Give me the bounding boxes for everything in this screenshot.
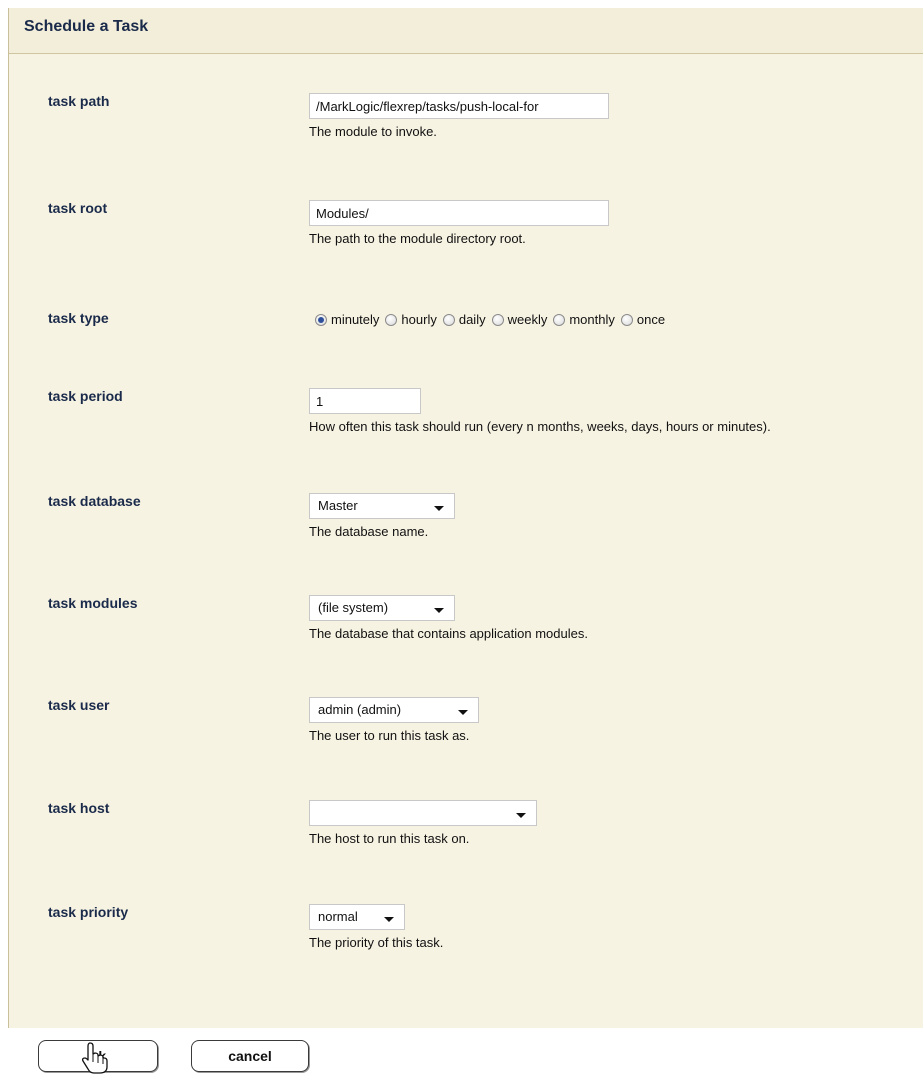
radio-daily[interactable] — [442, 313, 455, 326]
task-type-radio-group: minutely hourly daily weekly monthly onc… — [309, 310, 665, 327]
radio-option-hourly[interactable]: hourly — [379, 312, 437, 327]
radio-option-weekly[interactable]: weekly — [486, 312, 548, 327]
task-priority-select[interactable]: normal — [309, 904, 405, 930]
task-path-help: The module to invoke. — [309, 124, 437, 139]
chevron-down-icon — [434, 608, 444, 613]
radio-label-hourly: hourly — [401, 312, 437, 327]
task-database-label: task database — [48, 493, 141, 509]
radio-label-monthly: monthly — [569, 312, 615, 327]
task-root-help: The path to the module directory root. — [309, 231, 526, 246]
radio-weekly[interactable] — [491, 313, 504, 326]
task-user-field-group: admin (admin) The user to run this task … — [309, 697, 479, 743]
task-user-select[interactable]: admin (admin) — [309, 697, 479, 723]
task-user-label: task user — [48, 697, 110, 713]
radio-label-once: once — [636, 312, 666, 327]
chevron-down-icon — [458, 710, 468, 715]
chevron-down-icon — [434, 506, 444, 511]
task-user-value: admin (admin) — [318, 702, 402, 717]
radio-option-once[interactable]: once — [615, 312, 665, 327]
cancel-button[interactable]: cancel — [191, 1040, 309, 1072]
task-priority-value: normal — [318, 909, 358, 924]
task-type-label: task type — [48, 310, 109, 326]
task-host-help: The host to run this task on. — [309, 831, 470, 846]
task-modules-help: The database that contains application m… — [309, 626, 588, 641]
task-root-input[interactable]: Modules/ — [309, 200, 609, 226]
task-modules-select[interactable]: (file system) — [309, 595, 455, 621]
task-priority-label: task priority — [48, 904, 129, 920]
radio-option-minutely[interactable]: minutely — [309, 312, 379, 327]
task-priority-help: The priority of this task. — [309, 935, 444, 950]
task-modules-field-group: (file system) The database that contains… — [309, 595, 588, 641]
task-period-help: How often this task should run (every n … — [309, 419, 771, 434]
task-root-field-group: Modules/ The path to the module director… — [309, 200, 609, 246]
task-user-help: The user to run this task as. — [309, 728, 470, 743]
task-priority-field-group: normal The priority of this task. — [309, 904, 443, 950]
task-modules-label: task modules — [48, 595, 138, 611]
task-path-label: task path — [48, 93, 110, 109]
task-host-label: task host — [48, 800, 110, 816]
radio-monthly[interactable] — [553, 313, 566, 326]
radio-option-monthly[interactable]: monthly — [547, 312, 615, 327]
task-root-label: task root — [48, 200, 108, 216]
radio-option-daily[interactable]: daily — [437, 312, 486, 327]
task-database-value: Master — [318, 498, 358, 513]
task-modules-value: (file system) — [318, 600, 389, 615]
hand-pointer-icon — [81, 1042, 108, 1074]
schedule-task-panel: Schedule a Task task path /MarkLogic/fle… — [8, 8, 923, 1028]
chevron-down-icon — [384, 917, 394, 922]
task-database-select[interactable]: Master — [309, 493, 455, 519]
panel-title: Schedule a Task — [9, 8, 923, 54]
radio-label-minutely: minutely — [331, 312, 380, 327]
task-path-input[interactable]: /MarkLogic/flexrep/tasks/push-local-for — [309, 93, 609, 119]
task-host-select[interactable] — [309, 800, 537, 826]
radio-label-weekly: weekly — [507, 312, 548, 327]
task-host-field-group: The host to run this task on. — [309, 800, 537, 846]
task-period-label: task period — [48, 388, 123, 404]
task-period-field-group: 1 How often this task should run (every … — [309, 388, 771, 434]
chevron-down-icon — [516, 813, 526, 818]
radio-once[interactable] — [620, 313, 633, 326]
radio-hourly[interactable] — [385, 313, 398, 326]
task-path-field-group: /MarkLogic/flexrep/tasks/push-local-for … — [309, 93, 609, 139]
task-database-field-group: Master The database name. — [309, 493, 455, 539]
radio-minutely[interactable] — [315, 313, 327, 326]
task-database-help: The database name. — [309, 524, 429, 539]
task-period-input[interactable]: 1 — [309, 388, 421, 414]
radio-label-daily: daily — [458, 312, 486, 327]
